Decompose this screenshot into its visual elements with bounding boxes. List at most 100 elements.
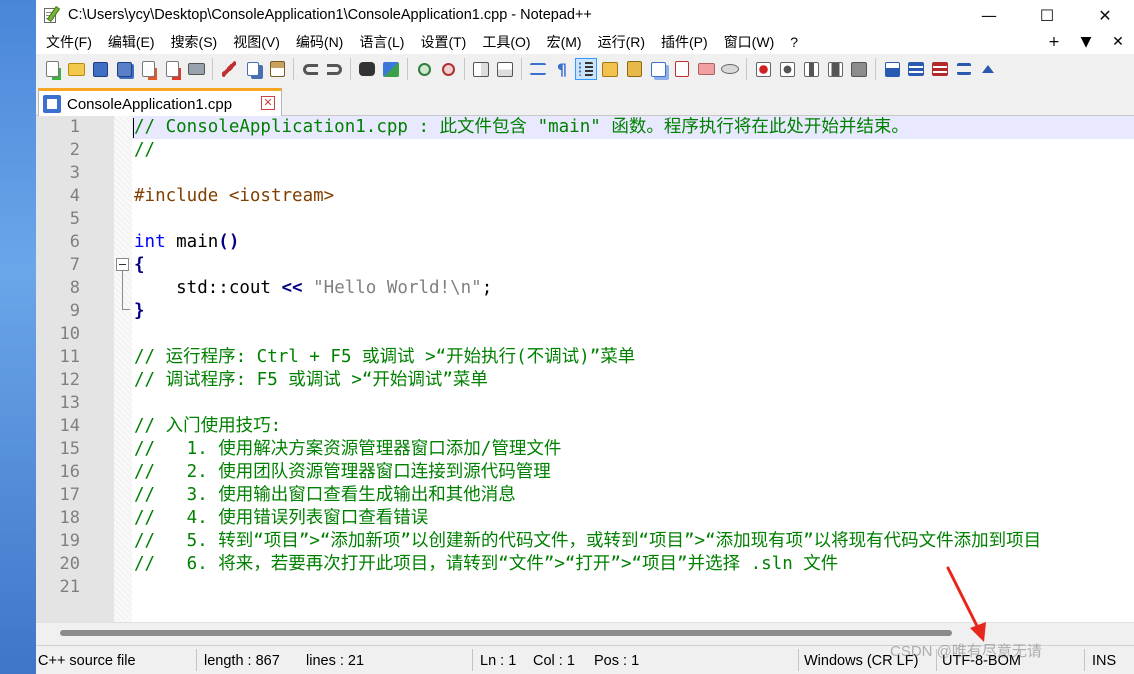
line-number: 9 <box>69 301 80 321</box>
menu-language[interactable]: 语言(L) <box>351 30 412 54</box>
horizontal-scrollbar[interactable] <box>36 622 1134 642</box>
line-number: 13 <box>59 393 80 413</box>
title-bar[interactable]: C:\Users\ycy\Desktop\ConsoleApplication1… <box>36 0 1134 30</box>
save-macro-icon[interactable] <box>848 58 870 80</box>
redo-icon[interactable] <box>323 58 345 80</box>
toolbar-separator <box>464 58 465 80</box>
desktop-background <box>0 0 36 674</box>
record-macro-icon[interactable] <box>752 58 774 80</box>
line-number: 4 <box>69 186 80 206</box>
folder-workspace-icon[interactable] <box>695 58 717 80</box>
find-icon[interactable] <box>356 58 378 80</box>
cout-expression: std::cout <box>134 278 282 298</box>
cut-icon[interactable] <box>218 58 240 80</box>
tab-consoleapplication1-cpp[interactable]: ConsoleApplication1.cpp ✕ <box>38 88 282 117</box>
keyword-int: int <box>134 232 166 252</box>
stop-macro-icon[interactable] <box>776 58 798 80</box>
plugin-table-icon[interactable] <box>929 58 951 80</box>
notepadpp-icon <box>42 6 61 24</box>
toolbar-separator <box>350 58 351 80</box>
menu-settings[interactable]: 设置(T) <box>412 30 474 54</box>
function-list-icon[interactable] <box>671 58 693 80</box>
sync-horizontal-icon[interactable] <box>494 58 516 80</box>
status-divider <box>196 649 197 671</box>
zoom-in-icon[interactable] <box>413 58 435 80</box>
menu-encoding[interactable]: 编码(N) <box>288 30 351 54</box>
replace-icon[interactable] <box>380 58 402 80</box>
tab-list-dropdown-icon[interactable]: ▼ <box>1070 34 1102 50</box>
menu-window[interactable]: 窗口(W) <box>716 30 783 54</box>
menu-file[interactable]: 文件(F) <box>36 30 100 54</box>
plugin-download-icon[interactable] <box>881 58 903 80</box>
menu-bar: 文件(F) 编辑(E) 搜索(S) 视图(V) 编码(N) 语言(L) 设置(T… <box>36 30 1134 54</box>
save-all-icon[interactable] <box>113 58 135 80</box>
plugin-sort-icon[interactable] <box>953 58 975 80</box>
show-all-chars-icon[interactable]: ¶ <box>551 58 573 80</box>
minimize-button[interactable]: — <box>960 0 1018 30</box>
sync-vertical-icon[interactable] <box>470 58 492 80</box>
monitoring-eye-icon[interactable] <box>719 58 741 80</box>
toolbar-separator <box>293 58 294 80</box>
zoom-out-icon[interactable] <box>437 58 459 80</box>
doc-map-icon[interactable] <box>623 58 645 80</box>
doc-list-icon[interactable] <box>647 58 669 80</box>
menu-help[interactable]: ? <box>782 30 806 54</box>
status-language: C++ source file <box>38 653 136 669</box>
plugin-grid-icon[interactable] <box>905 58 927 80</box>
close-icon[interactable] <box>137 58 159 80</box>
paste-icon[interactable] <box>266 58 288 80</box>
print-icon[interactable] <box>185 58 207 80</box>
menu-run[interactable]: 运行(R) <box>590 30 653 54</box>
saved-file-icon <box>43 95 61 113</box>
string-literal: "Hello World!\n" <box>302 278 482 298</box>
document-tab-bar: ConsoleApplication1.cpp ✕ <box>36 84 1134 117</box>
tab-close-icon[interactable]: ✕ <box>261 96 275 110</box>
close-all-icon[interactable] <box>161 58 183 80</box>
menu-view[interactable]: 视图(V) <box>225 30 288 54</box>
menu-tools[interactable]: 工具(O) <box>474 30 538 54</box>
save-icon[interactable] <box>89 58 111 80</box>
line-number: 14 <box>59 416 80 436</box>
close-document-icon[interactable]: ✕ <box>1102 34 1134 50</box>
copy-icon[interactable] <box>242 58 264 80</box>
menu-plugins[interactable]: 插件(P) <box>653 30 716 54</box>
code-editor[interactable]: 1 2 3 4 5 6 7 8 9 10 11 12 13 14 15 16 17 18 19 20 21 // Con… <box>36 116 1134 622</box>
code-line-18: // 4. 使用错误列表窗口查看错误 <box>134 508 429 528</box>
line-number: 20 <box>59 554 80 574</box>
code-line-8: std::cout << "Hello World!\n"; <box>134 277 492 300</box>
code-line-1: // ConsoleApplication1.cpp : 此文件包含 "main… <box>134 117 909 137</box>
toolbar: ¶ <box>36 54 1134 84</box>
code-line-16: // 2. 使用团队资源管理器窗口连接到源代码管理 <box>134 462 551 482</box>
line-number: 8 <box>69 278 80 298</box>
word-wrap-icon[interactable] <box>527 58 549 80</box>
csdn-watermark: CSDN @唯有尽意无请 <box>890 643 1042 660</box>
maximize-button[interactable]: ☐ <box>1018 0 1076 30</box>
udl-icon[interactable] <box>599 58 621 80</box>
undo-icon[interactable] <box>299 58 321 80</box>
indent-guide-icon[interactable] <box>575 58 597 80</box>
new-tab-plus-icon[interactable]: + <box>1038 34 1070 50</box>
code-line-11: // 运行程序: Ctrl + F5 或调试 >“开始执行(不调试)”菜单 <box>134 347 636 367</box>
status-insert-mode[interactable]: INS <box>1092 646 1116 674</box>
run-macro-multiple-icon[interactable] <box>824 58 846 80</box>
new-file-icon[interactable] <box>41 58 63 80</box>
open-file-icon[interactable] <box>65 58 87 80</box>
menu-edit[interactable]: 编辑(E) <box>100 30 163 54</box>
scrollbar-thumb[interactable] <box>60 630 952 636</box>
code-line-14: // 入门使用技巧: <box>134 416 282 436</box>
status-divider <box>472 649 473 671</box>
fold-collapse-icon[interactable] <box>116 258 129 271</box>
window-title: C:\Users\ycy\Desktop\ConsoleApplication1… <box>68 7 592 23</box>
close-button[interactable]: ✕ <box>1076 0 1134 30</box>
fold-margin <box>114 116 132 622</box>
plugin-up-arrow-icon[interactable] <box>977 58 999 80</box>
line-number: 15 <box>59 439 80 459</box>
menu-right-controls: + ▼ ✕ <box>1038 30 1134 54</box>
status-divider <box>1084 649 1085 671</box>
menu-search[interactable]: 搜索(S) <box>163 30 226 54</box>
line-number: 3 <box>69 163 80 183</box>
code-line-4: #include <iostream> <box>134 186 335 206</box>
play-macro-icon[interactable] <box>800 58 822 80</box>
menu-macro[interactable]: 宏(M) <box>539 30 590 54</box>
tab-label: ConsoleApplication1.cpp <box>67 95 233 113</box>
